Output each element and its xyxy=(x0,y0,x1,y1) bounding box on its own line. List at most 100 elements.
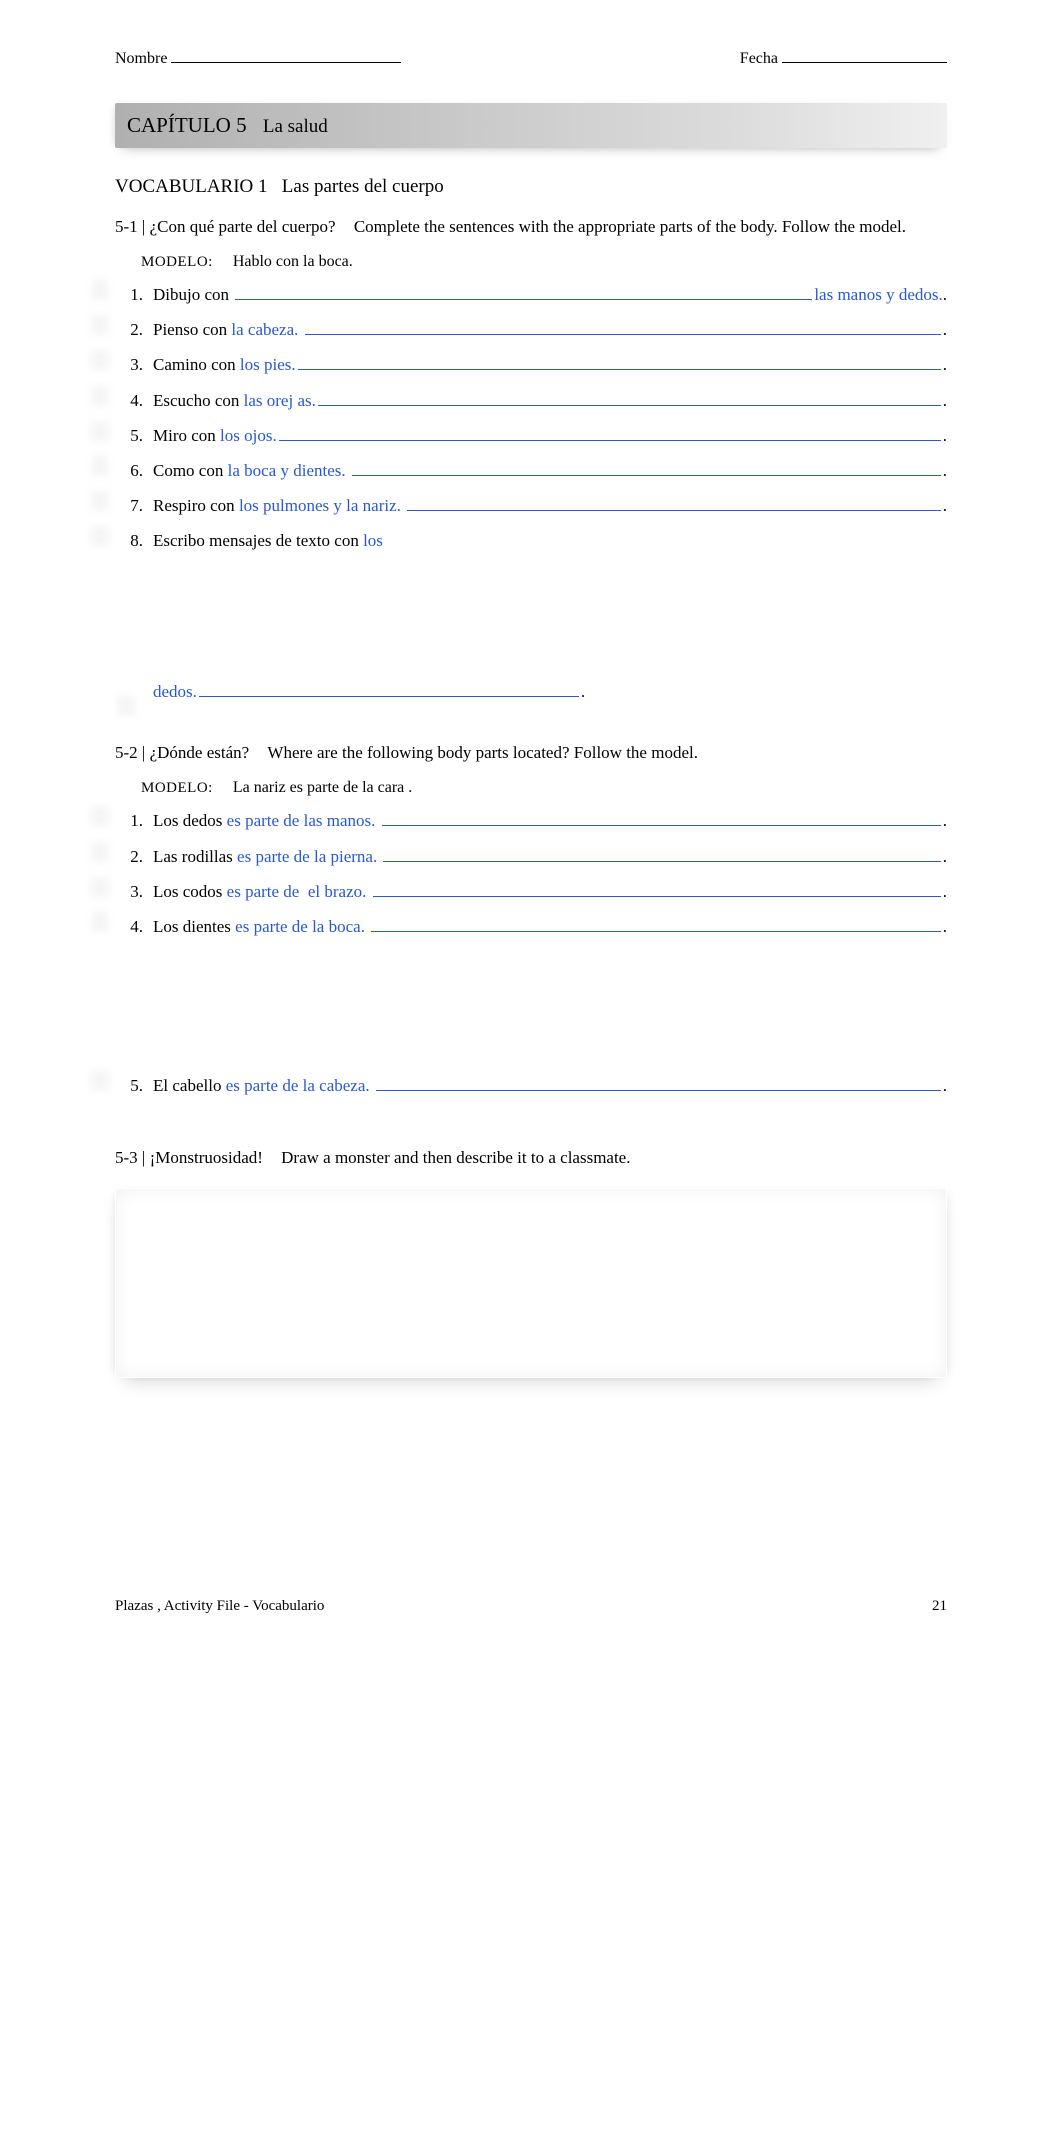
list-item: 6. Como con la boca y dientes. . xyxy=(115,457,947,484)
item-answer: los ojos. xyxy=(220,422,277,449)
answer-line[interactable] xyxy=(199,680,579,697)
list-item: 1. Dibujo con las manos y dedos. . xyxy=(115,281,947,308)
item-prompt: Los dientes xyxy=(153,913,235,940)
answer-line[interactable] xyxy=(382,809,941,826)
item-period: . xyxy=(943,492,947,519)
answer-line[interactable] xyxy=(407,494,941,511)
list-item: 3. Los codos es parte de el brazo. . xyxy=(115,878,947,905)
answer-line[interactable] xyxy=(298,353,941,370)
list-item: 7. Respiro con los pulmones y la nariz. … xyxy=(115,492,947,519)
answer-line[interactable] xyxy=(373,880,941,897)
ex1-items: 1. Dibujo con las manos y dedos. . 2. Pi… xyxy=(115,281,947,555)
item-number: 7. xyxy=(115,492,143,519)
ex3-intro: 5-3 | ¡Monstruosidad! Draw a monster and… xyxy=(115,1147,947,1170)
item-number: 1. xyxy=(115,807,143,834)
vocab-number: VOCABULARIO 1 xyxy=(115,176,268,197)
item-number: 2. xyxy=(115,843,143,870)
ex2-intro: 5-2 | ¿Dónde están? Where are the follow… xyxy=(115,742,947,765)
item-period: . xyxy=(943,913,947,940)
page-number: 21 xyxy=(932,1598,947,1615)
vocab-title: Las partes del cuerpo xyxy=(282,176,444,197)
item-number: 8. xyxy=(115,527,143,554)
chapter-number: CAPÍTULO 5 xyxy=(127,113,247,137)
item-prompt: Pienso con xyxy=(153,316,231,343)
item-answer: es parte de la pierna. xyxy=(237,843,381,870)
ex1-title: ¿Con qué parte del cuerpo? xyxy=(150,217,336,236)
item-answer: es parte de la cabeza. xyxy=(226,1072,374,1099)
item-prompt: Escucho con xyxy=(153,387,244,414)
item-period: . xyxy=(943,843,947,870)
modelo-text: La nariz es parte de la cara . xyxy=(233,779,412,796)
ex2-instr: Where are the following body parts locat… xyxy=(267,743,698,762)
item-period: . xyxy=(943,807,947,834)
item-answer: la cabeza. xyxy=(231,316,302,343)
ex2-title: ¿Dónde están? xyxy=(150,743,250,762)
item-number: 3. xyxy=(115,878,143,905)
item-period: . xyxy=(943,387,947,414)
item-answer: los pies. xyxy=(240,351,296,378)
item-answer: los pulmones y la nariz. xyxy=(239,492,405,519)
answer-line[interactable] xyxy=(376,1074,941,1091)
item-prompt: Como con xyxy=(153,457,228,484)
modelo-label: MODELO: xyxy=(141,254,213,270)
answer-line[interactable] xyxy=(279,424,941,441)
name-field: Nombre xyxy=(115,50,401,68)
item-prompt: Miro con xyxy=(153,422,220,449)
date-label: Fecha xyxy=(740,50,778,68)
item-answer: es parte de el brazo. xyxy=(227,878,371,905)
answer-line[interactable] xyxy=(235,283,812,300)
item-period: . xyxy=(943,457,947,484)
ex2-item5: 5. El cabello es parte de la cabeza. . xyxy=(115,1072,947,1099)
list-item: 1. Los dedos es parte de las manos. . xyxy=(115,807,947,834)
item-prompt: Dibujo con xyxy=(153,281,233,308)
worksheet-header: Nombre Fecha xyxy=(115,50,947,68)
item-answer: la boca y dientes. xyxy=(228,457,350,484)
answer-line[interactable] xyxy=(371,915,941,932)
answer-line[interactable] xyxy=(383,845,940,862)
drawing-area[interactable] xyxy=(115,1188,947,1378)
item-prompt: Respiro con xyxy=(153,492,239,519)
modelo-label: MODELO: xyxy=(141,780,213,796)
vocab-heading: VOCABULARIO 1 Las partes del cuerpo xyxy=(115,176,947,198)
chapter-title: La salud xyxy=(263,116,328,137)
answer-line[interactable] xyxy=(318,389,941,406)
list-item: 5. El cabello es parte de la cabeza. . xyxy=(115,1072,947,1099)
ex2-items: 1. Los dedos es parte de las manos. . 2.… xyxy=(115,807,947,940)
item-number: 3. xyxy=(115,351,143,378)
ex3-code: 5-3 xyxy=(115,1148,138,1167)
ex1-code: 5-1 xyxy=(115,217,138,236)
item-number: 2. xyxy=(115,316,143,343)
list-item: 4. Escucho con las orej as. . xyxy=(115,387,947,414)
item-number: 4. xyxy=(115,913,143,940)
name-underline[interactable] xyxy=(171,62,401,63)
ex1-intro: 5-1 | ¿Con qué parte del cuerpo? Complet… xyxy=(115,216,947,239)
footer-left: Plazas , Activity File - Vocabulario xyxy=(115,1598,324,1615)
date-underline[interactable] xyxy=(782,62,947,63)
item-answer: los xyxy=(363,527,383,554)
item-prompt: Los dedos xyxy=(153,807,227,834)
list-item: 4. Los dientes es parte de la boca. . xyxy=(115,913,947,940)
item-period: . xyxy=(943,281,947,308)
item-answer: dedos. xyxy=(153,682,197,702)
date-field: Fecha xyxy=(740,50,947,68)
ex1-modelo: MODELO: Hablo con la boca. xyxy=(141,253,947,271)
item-prompt: Camino con xyxy=(153,351,240,378)
modelo-text: Hablo con la boca. xyxy=(233,253,353,270)
ex1-item8-continuation: dedos. . xyxy=(153,680,947,702)
item-answer: es parte de la boca. xyxy=(235,913,369,940)
list-item: 2. Pienso con la cabeza. . xyxy=(115,316,947,343)
answer-line[interactable] xyxy=(305,318,941,335)
item-number: 1. xyxy=(115,281,143,308)
item-prompt: El cabello xyxy=(153,1072,226,1099)
answer-line[interactable] xyxy=(352,459,941,476)
item-number: 5. xyxy=(115,422,143,449)
ex1-instr: Complete the sentences with the appropri… xyxy=(354,217,906,236)
chapter-bar: CAPÍTULO 5 La salud xyxy=(115,103,947,148)
item-number: 5. xyxy=(115,1072,143,1099)
item-prompt: Los codos xyxy=(153,878,227,905)
ex2-code: 5-2 xyxy=(115,743,138,762)
list-item: 3. Camino con los pies. . xyxy=(115,351,947,378)
item-answer: es parte de las manos. xyxy=(227,807,380,834)
list-item: 2. Las rodillas es parte de la pierna. . xyxy=(115,843,947,870)
ex3-title: ¡Monstruosidad! xyxy=(150,1148,263,1167)
